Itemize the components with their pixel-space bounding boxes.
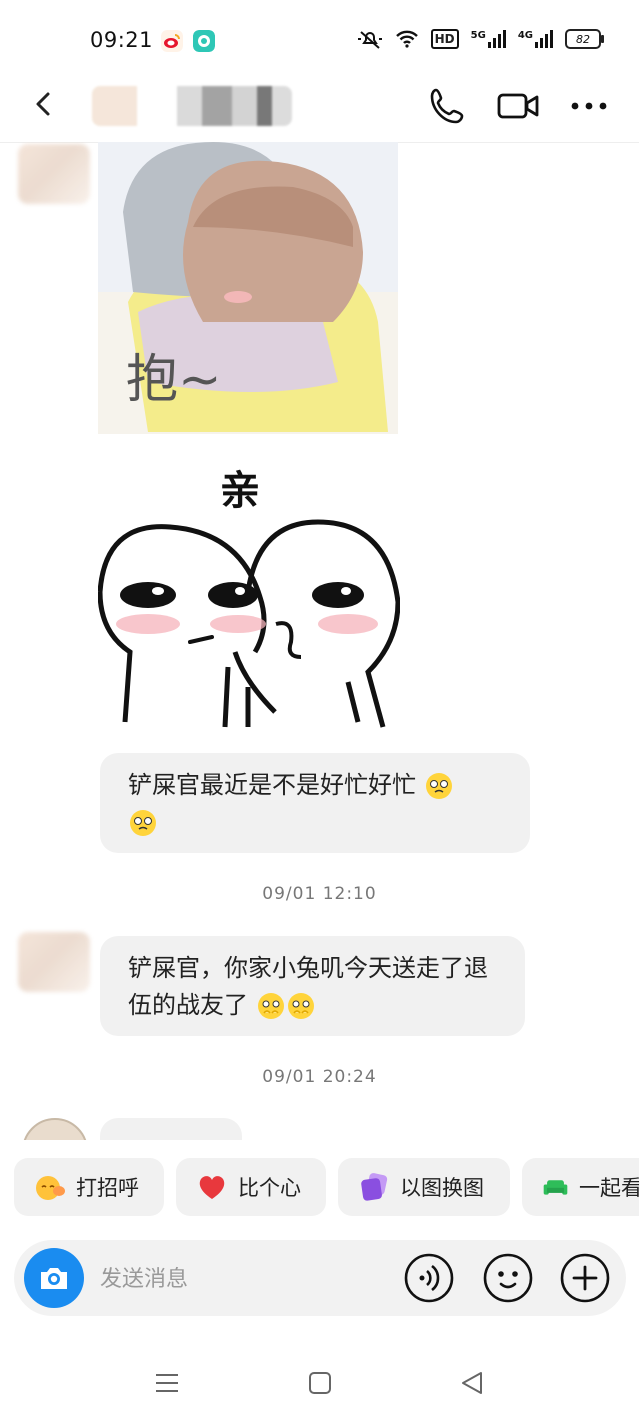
more-icon[interactable] <box>568 84 612 128</box>
message-bubble[interactable]: 铲屎官，你家小兔叽今天送走了退伍的战友了 <box>100 936 525 1036</box>
heart-icon <box>199 1176 225 1199</box>
signal-4g-icon: 4G <box>518 30 553 48</box>
status-bar: 09:21 HD 5G 4G 82 <box>0 0 639 80</box>
phone-icon[interactable] <box>426 84 470 128</box>
status-right: HD 5G 4G 82 <box>357 28 604 50</box>
silent-bell-icon <box>357 31 382 49</box>
avatar[interactable] <box>18 932 90 992</box>
kiss-sticker[interactable]: 亲 <box>98 452 400 732</box>
quick-action-row: 打招呼 比个心 以图换图 一起看 <box>0 1158 639 1216</box>
quick-action-label: 比个心 <box>238 1176 301 1200</box>
message-input[interactable] <box>98 1260 382 1298</box>
battery-icon: 82 <box>565 29 604 49</box>
message-input-bar <box>14 1240 626 1316</box>
signal-4g-label: 4G <box>517 30 533 41</box>
voice-icon[interactable] <box>403 1252 455 1304</box>
sofa-icon <box>543 1180 568 1195</box>
menu-icon[interactable] <box>152 1368 182 1398</box>
contact-name-blurred[interactable] <box>92 86 292 126</box>
quick-action-label: 一起看 <box>579 1176 639 1200</box>
back-triangle-icon[interactable] <box>457 1368 487 1398</box>
quick-action-watch-together[interactable]: 一起看 <box>522 1158 639 1216</box>
kiss-sticker-text: 亲 <box>220 468 260 514</box>
wave-emoji-icon <box>36 1176 65 1200</box>
timestamp: 09/01 12:10 <box>262 884 377 904</box>
quick-action-label: 打招呼 <box>76 1176 139 1200</box>
pleading-emoji-icon <box>425 773 452 799</box>
hug-sticker[interactable]: 抱~ <box>98 142 398 434</box>
plus-icon[interactable] <box>559 1252 611 1304</box>
message-list[interactable]: 抱~ 亲 铲屎官最近是不是好忙好忙 09/01 12:10 铲屎官，你家小兔叽今… <box>0 142 639 1140</box>
chat-header <box>0 70 639 143</box>
status-time: 09:21 <box>90 28 154 52</box>
hd-icon: HD <box>430 29 459 49</box>
emoji-face-icon[interactable] <box>482 1252 534 1304</box>
message-text: 铲屎官最近是不是好忙好忙 <box>128 771 416 799</box>
quick-action-image-swap[interactable]: 以图换图 <box>338 1158 510 1216</box>
chat-app-icon <box>193 30 215 52</box>
signal-5g-label: 5G <box>470 30 486 41</box>
system-nav-bar <box>0 1348 639 1418</box>
holding-tears-emoji-icon <box>257 993 284 1019</box>
quick-action-label: 以图换图 <box>400 1176 484 1200</box>
signal-5g-icon: 5G <box>471 30 506 48</box>
hug-sticker-text: 抱~ <box>126 350 222 410</box>
timestamp: 09/01 20:24 <box>262 1067 377 1087</box>
pleading-emoji-icon <box>130 810 156 836</box>
video-call-icon[interactable] <box>496 84 540 128</box>
weibo-icon <box>161 30 183 52</box>
avatar[interactable] <box>22 1118 88 1140</box>
message-bubble[interactable] <box>100 1118 242 1140</box>
home-square-icon[interactable] <box>305 1368 335 1398</box>
quick-action-heart[interactable]: 比个心 <box>176 1158 326 1216</box>
wifi-icon <box>395 30 418 48</box>
image-swap-icon <box>361 1173 388 1201</box>
holding-tears-emoji-icon <box>287 993 314 1019</box>
camera-button[interactable] <box>24 1248 84 1308</box>
avatar[interactable] <box>18 144 90 204</box>
camera-icon <box>41 1268 67 1289</box>
back-icon[interactable] <box>28 88 60 120</box>
quick-action-greet[interactable]: 打招呼 <box>14 1158 164 1216</box>
battery-level: 82 <box>576 32 590 46</box>
message-bubble[interactable]: 铲屎官最近是不是好忙好忙 <box>100 753 530 853</box>
